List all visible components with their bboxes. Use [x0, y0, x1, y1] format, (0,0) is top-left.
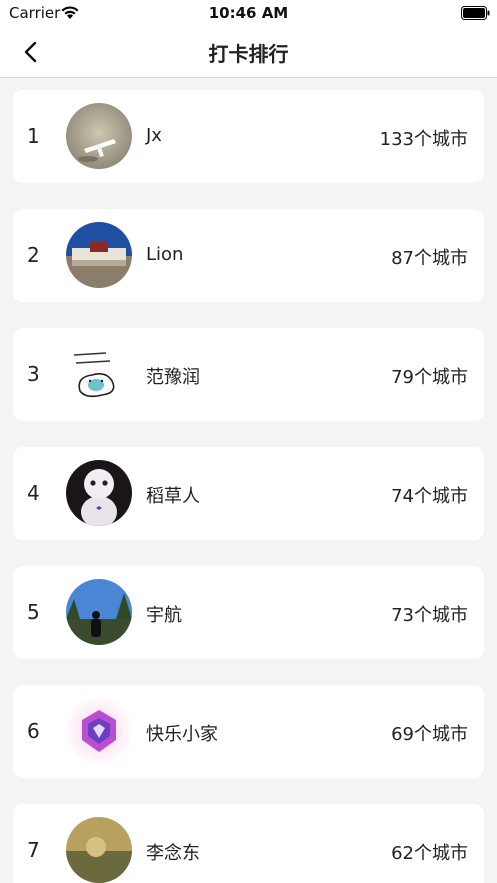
user-name: Lion: [146, 244, 184, 265]
ranking-row[interactable]: 4 稻草人 74个城市: [13, 447, 484, 540]
city-count: 62个城市: [391, 843, 468, 864]
city-count: 79个城市: [391, 367, 468, 388]
user-name: 快乐小家: [146, 724, 218, 745]
rank-number: 3: [27, 362, 40, 386]
city-count: 74个城市: [391, 486, 468, 507]
rank-number: 7: [27, 838, 40, 862]
city-count: 87个城市: [391, 248, 468, 269]
navigation-bar: 打卡排行: [0, 26, 497, 78]
ranking-row[interactable]: 1 Jx 133个城市: [13, 90, 484, 183]
city-count: 69个城市: [391, 724, 468, 745]
avatar: [66, 222, 132, 288]
avatar: [66, 460, 132, 526]
rank-number: 2: [27, 243, 40, 267]
user-name: 李念东: [146, 843, 200, 864]
user-name: Jx: [146, 125, 162, 146]
ranking-row[interactable]: 3 范豫润 79个城市: [13, 328, 484, 421]
rank-number: 6: [27, 719, 40, 743]
page-title: 打卡排行: [208, 42, 289, 66]
user-name: 范豫润: [146, 367, 200, 388]
battery-icon: [461, 6, 490, 20]
ranking-row[interactable]: 6 快乐小家 69个城市: [13, 685, 484, 778]
status-bar: Carrier 10:46 AM: [0, 0, 497, 26]
user-name: 稻草人: [146, 486, 200, 507]
city-count: 133个城市: [379, 129, 468, 150]
rank-number: 5: [27, 600, 40, 624]
avatar: [66, 103, 132, 169]
rank-number: 1: [27, 124, 40, 148]
rank-number: 4: [27, 481, 40, 505]
ranking-row[interactable]: 7 李念东 62个城市: [13, 804, 484, 883]
avatar: [66, 579, 132, 645]
avatar: [66, 817, 132, 883]
user-name: 宇航: [146, 605, 182, 626]
ranking-list[interactable]: 1 Jx 133个城市 2 Lion 87个城市 3 范豫润 79个城市 4 稻…: [0, 78, 497, 883]
ranking-row[interactable]: 2 Lion 87个城市: [13, 209, 484, 302]
avatar: [66, 698, 132, 764]
clock: 10:46 AM: [208, 4, 289, 22]
avatar: [66, 341, 132, 407]
city-count: 73个城市: [391, 605, 468, 626]
ranking-row[interactable]: 5 宇航 73个城市: [13, 566, 484, 659]
